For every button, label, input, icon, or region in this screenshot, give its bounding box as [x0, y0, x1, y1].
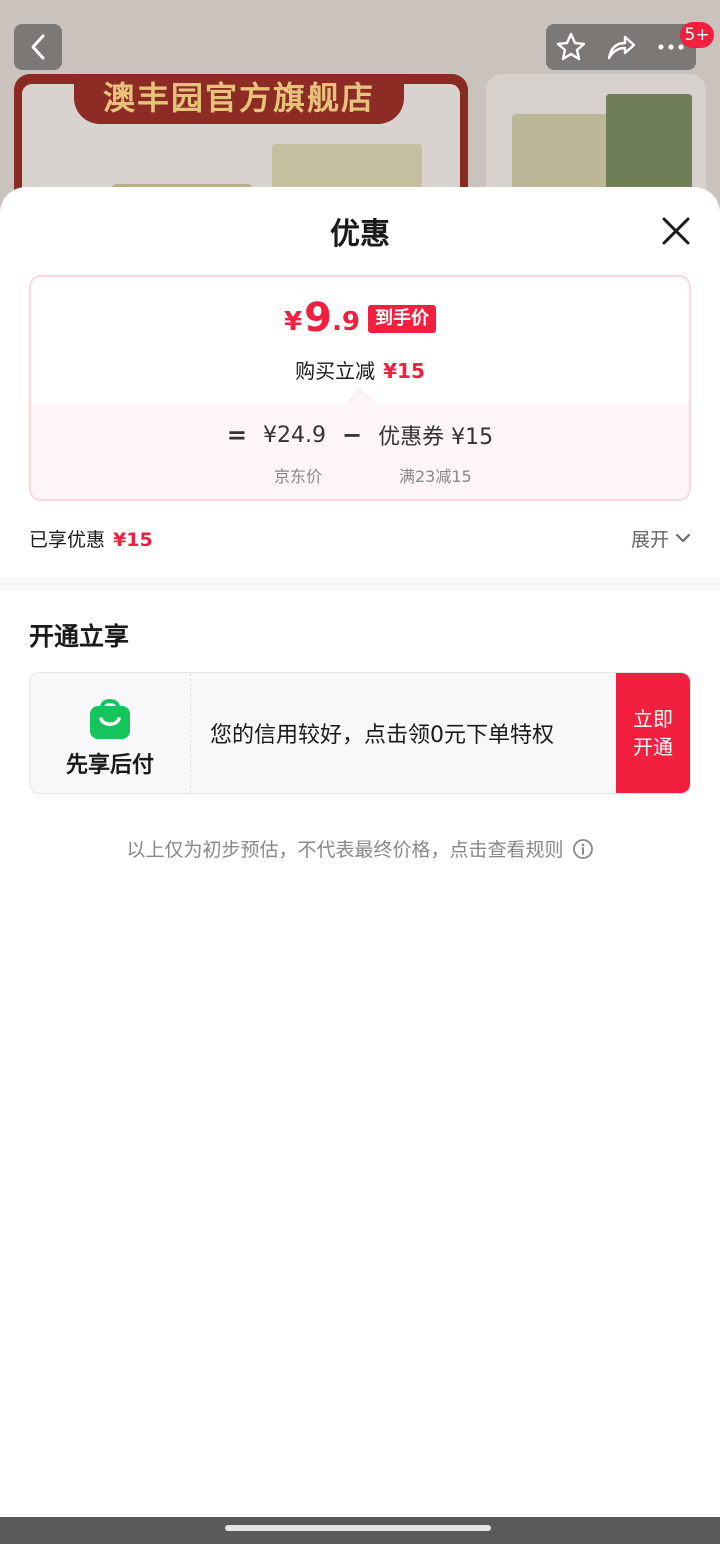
chevron-down-icon	[676, 534, 690, 542]
section-divider	[0, 577, 720, 591]
price-formula-area: = ¥24.9 − 优惠券 ¥15 京东价 满23减15	[31, 403, 689, 499]
expand-label: 展开	[630, 528, 669, 551]
minus-sign: −	[341, 421, 363, 449]
jd-price-label: 京东价	[274, 467, 323, 486]
promo-text: 您的信用较好，点击领0元下单特权	[210, 723, 554, 748]
star-icon[interactable]	[555, 31, 587, 63]
activate-button[interactable]: 立即 开通	[616, 673, 690, 793]
expand-button[interactable]: 展开	[631, 525, 691, 552]
price-decimal: .9	[331, 307, 360, 337]
equals-sign: =	[226, 421, 247, 449]
service-block: 先享后付	[30, 673, 191, 793]
system-home-bar	[0, 1517, 720, 1544]
store-banner: 澳丰园官方旗舰店	[74, 74, 404, 124]
enjoyed-amount: ¥15	[113, 528, 153, 551]
enjoyed-label: 已享优惠	[29, 528, 106, 551]
home-indicator[interactable]	[225, 1525, 491, 1531]
shopping-bag-icon	[90, 699, 130, 739]
discount-sheet: 优惠 ¥ 9 .9 到手价 购买立减 ¥15 = ¥24.9 − 优惠券 ¥15 …	[0, 187, 720, 1517]
reduction-label: 购买立减	[295, 359, 376, 383]
price-breakdown-card: ¥ 9 .9 到手价 购买立减 ¥15 = ¥24.9 − 优惠券 ¥15 京东价…	[29, 275, 691, 501]
chevron-left-icon	[31, 34, 45, 60]
share-icon[interactable]	[605, 31, 637, 63]
sheet-title: 优惠	[330, 217, 390, 252]
price-formula: = ¥24.9 − 优惠券 ¥15	[31, 419, 689, 451]
close-icon	[662, 217, 690, 245]
final-price-tag: 到手价	[367, 305, 436, 333]
service-name: 先享后付	[65, 753, 154, 778]
back-button[interactable]	[14, 24, 62, 70]
enjoyed-discount: 已享优惠 ¥15	[29, 525, 153, 552]
final-price: ¥ 9 .9 到手价	[31, 297, 689, 339]
top-actions	[546, 24, 696, 70]
reduction-amount: ¥15	[383, 359, 425, 383]
instant-reduction: 购买立减 ¥15	[31, 355, 689, 384]
pay-later-promo-card[interactable]: 先享后付 您的信用较好，点击领0元下单特权 立即 开通	[29, 672, 691, 794]
close-button[interactable]	[656, 211, 696, 251]
disclaimer-link[interactable]: 以上仅为初步预估，不代表最终价格，点击查看规则	[0, 835, 720, 862]
price-integer: 9	[304, 295, 332, 341]
activate-label-line1: 立即	[633, 707, 673, 731]
info-icon	[572, 838, 593, 859]
activate-label-line2: 开通	[633, 735, 673, 759]
final-price-area: ¥ 9 .9 到手价 购买立减 ¥15	[31, 277, 689, 403]
coupon-amount: 优惠券 ¥15	[378, 425, 494, 450]
jd-price: ¥24.9	[263, 422, 326, 448]
disclaimer-text: 以上仅为初步预估，不代表最终价格，点击查看规则	[126, 839, 564, 861]
cart-badge: 5+	[680, 22, 714, 48]
coupon-rule: 满23减15	[399, 467, 472, 486]
enjoyed-discount-row: 已享优惠 ¥15 展开	[29, 523, 691, 553]
currency-symbol: ¥	[284, 307, 303, 337]
open-section-title: 开通立享	[29, 622, 130, 651]
